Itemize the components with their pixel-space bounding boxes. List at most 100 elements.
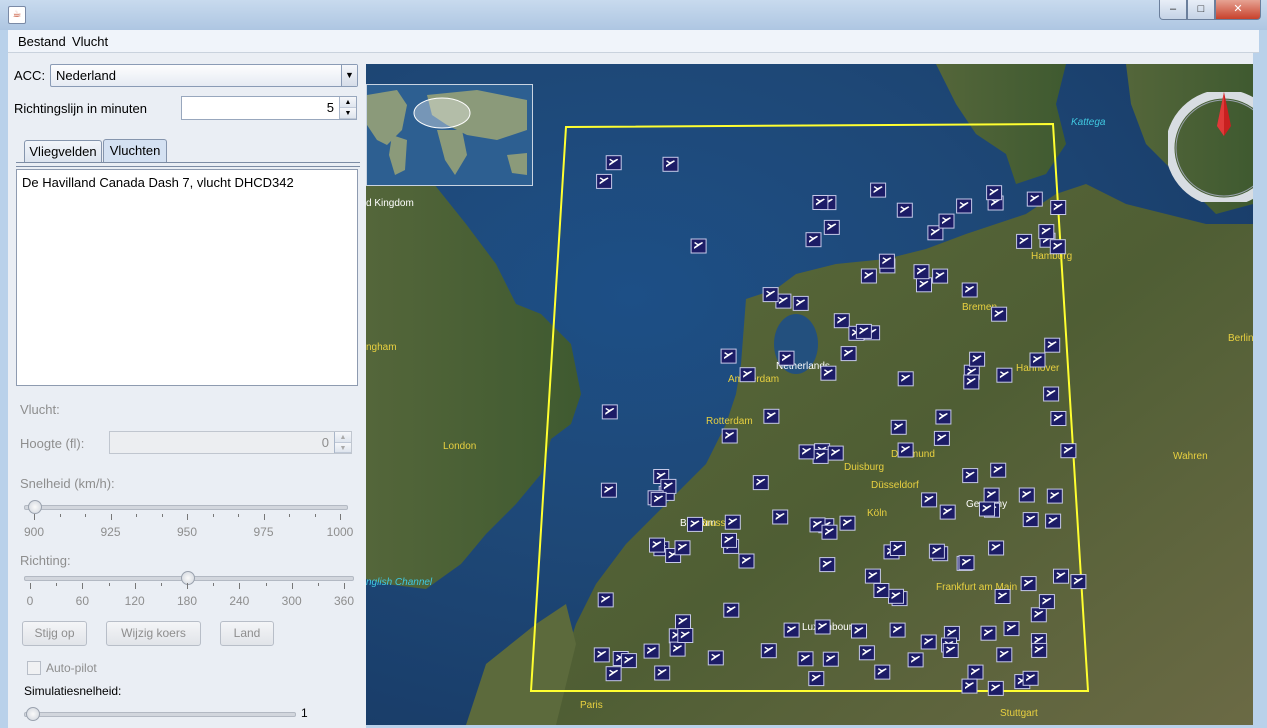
aircraft-icon[interactable] xyxy=(605,666,622,682)
aircraft-icon[interactable] xyxy=(739,367,756,383)
aircraft-icon[interactable] xyxy=(1029,352,1046,368)
aircraft-icon[interactable] xyxy=(889,541,906,556)
aircraft-icon[interactable] xyxy=(593,647,610,663)
aircraft-icon[interactable] xyxy=(805,232,822,248)
aircraft-icon[interactable] xyxy=(990,462,1007,478)
aircraft-icon[interactable] xyxy=(763,408,780,424)
aircraft-icon[interactable] xyxy=(874,664,891,680)
aircraft-icon[interactable] xyxy=(969,351,986,367)
aircraft-icon[interactable] xyxy=(738,553,755,569)
aircraft-icon[interactable] xyxy=(864,568,881,584)
aircraft-icon[interactable] xyxy=(707,650,724,666)
aircraft-icon[interactable] xyxy=(778,350,795,366)
acc-select[interactable]: Nederland ▼ xyxy=(50,64,358,87)
aircraft-icon[interactable] xyxy=(1038,594,1055,610)
land-button[interactable]: Land xyxy=(220,621,274,646)
aircraft-icon[interactable] xyxy=(814,619,831,635)
aircraft-icon[interactable] xyxy=(1050,200,1067,215)
simulatie-slider-thumb[interactable] xyxy=(26,707,40,721)
aircraft-icon[interactable] xyxy=(986,185,1003,201)
aircraft-icon[interactable] xyxy=(819,557,836,573)
aircraft-icon[interactable] xyxy=(888,588,904,604)
aircraft-icon[interactable] xyxy=(996,367,1013,383)
aircraft-icon[interactable] xyxy=(921,492,938,508)
aircraft-icon[interactable] xyxy=(840,346,857,362)
aircraft-icon[interactable] xyxy=(987,680,1004,696)
aircraft-icon[interactable] xyxy=(827,445,844,461)
tab-vluchten[interactable]: Vluchten xyxy=(103,139,167,163)
aircraft-icon[interactable] xyxy=(783,622,800,638)
aircraft-icon[interactable] xyxy=(772,509,789,525)
aircraft-icon[interactable] xyxy=(690,238,707,254)
aircraft-icon[interactable] xyxy=(1031,642,1048,658)
aircraft-icon[interactable] xyxy=(649,537,665,553)
aircraft-icon[interactable] xyxy=(913,264,930,280)
aircraft-icon[interactable] xyxy=(961,282,978,298)
aircraft-icon[interactable] xyxy=(822,651,839,667)
aircraft-icon[interactable] xyxy=(890,419,907,435)
aircraft-icon[interactable] xyxy=(721,428,738,444)
aircraft-icon[interactable] xyxy=(1070,574,1087,590)
aircraft-icon[interactable] xyxy=(858,645,875,661)
aircraft-icon[interactable] xyxy=(797,651,814,667)
aircraft-icon[interactable] xyxy=(601,404,618,420)
aircraft-icon[interactable] xyxy=(792,295,809,311)
minimize-button[interactable]: – xyxy=(1159,0,1187,20)
aircraft-icon[interactable] xyxy=(643,643,660,659)
menu-vlucht[interactable]: Vlucht xyxy=(72,34,108,49)
aircraft-icon[interactable] xyxy=(889,622,906,638)
spinner-up-icon[interactable]: ▲ xyxy=(335,432,351,443)
aircraft-icon[interactable] xyxy=(662,156,679,172)
aircraft-icon[interactable] xyxy=(820,365,837,381)
aircraft-icon[interactable] xyxy=(752,475,769,491)
aircraft-icon[interactable] xyxy=(1030,607,1047,623)
aircraft-icon[interactable] xyxy=(762,287,779,303)
aircraft-icon[interactable] xyxy=(1018,487,1035,503)
aircraft-icon[interactable] xyxy=(956,198,973,214)
aircraft-icon[interactable] xyxy=(620,653,637,669)
aircraft-icon[interactable] xyxy=(839,515,856,531)
aircraft-icon[interactable] xyxy=(897,442,914,458)
aircraft-icon[interactable] xyxy=(983,487,1000,503)
aircraft-icon[interactable] xyxy=(932,268,949,284)
aircraft-icon[interactable] xyxy=(677,628,694,643)
overview-minimap[interactable] xyxy=(366,84,533,186)
stijg-op-button[interactable]: Stijg op xyxy=(22,621,87,646)
aircraft-icon[interactable] xyxy=(760,643,777,659)
aircraft-icon[interactable] xyxy=(1053,568,1069,584)
auto-pilot-checkbox[interactable] xyxy=(27,661,41,675)
aircraft-icon[interactable] xyxy=(991,306,1008,322)
aircraft-icon[interactable] xyxy=(1022,670,1039,686)
spinner-down-icon[interactable]: ▼ xyxy=(335,442,351,453)
flight-list[interactable]: De Havilland Canada Dash 7, vlucht DHCD3… xyxy=(16,169,358,386)
aircraft-icon[interactable] xyxy=(1038,224,1055,240)
close-button[interactable]: ✕ xyxy=(1215,0,1261,20)
aircraft-icon[interactable] xyxy=(942,643,959,658)
spinner-down-icon[interactable]: ▼ xyxy=(340,108,356,119)
aircraft-icon[interactable] xyxy=(916,277,932,293)
aircraft-icon[interactable] xyxy=(596,173,613,189)
aircraft-icon[interactable] xyxy=(721,532,737,548)
aircraft-icon[interactable] xyxy=(938,213,955,229)
aircraft-icon[interactable] xyxy=(812,448,829,464)
aircraft-icon[interactable] xyxy=(870,182,887,198)
snelheid-slider-track[interactable] xyxy=(24,505,348,510)
aircraft-icon[interactable] xyxy=(798,444,815,460)
aircraft-icon[interactable] xyxy=(833,313,850,329)
aircraft-icon[interactable] xyxy=(1044,337,1061,353)
aircraft-icon[interactable] xyxy=(855,323,872,339)
aircraft-icon[interactable] xyxy=(980,625,997,641)
wijzig-koers-button[interactable]: Wijzig koers xyxy=(106,621,201,646)
aircraft-icon[interactable] xyxy=(674,540,691,556)
aircraft-icon[interactable] xyxy=(605,155,622,171)
aircraft-icon[interactable] xyxy=(878,253,895,269)
hoogte-spinner[interactable]: 0 ▲ ▼ xyxy=(109,431,352,454)
aircraft-icon[interactable] xyxy=(1003,621,1020,637)
list-item[interactable]: De Havilland Canada Dash 7, vlucht DHCD3… xyxy=(22,175,294,190)
aircraft-icon[interactable] xyxy=(723,602,740,618)
aircraft-icon[interactable] xyxy=(720,348,737,364)
aircraft-icon[interactable] xyxy=(597,592,614,608)
aircraft-icon[interactable] xyxy=(961,678,978,694)
aircraft-icon[interactable] xyxy=(675,614,691,630)
richting-slider-thumb[interactable] xyxy=(181,571,195,585)
